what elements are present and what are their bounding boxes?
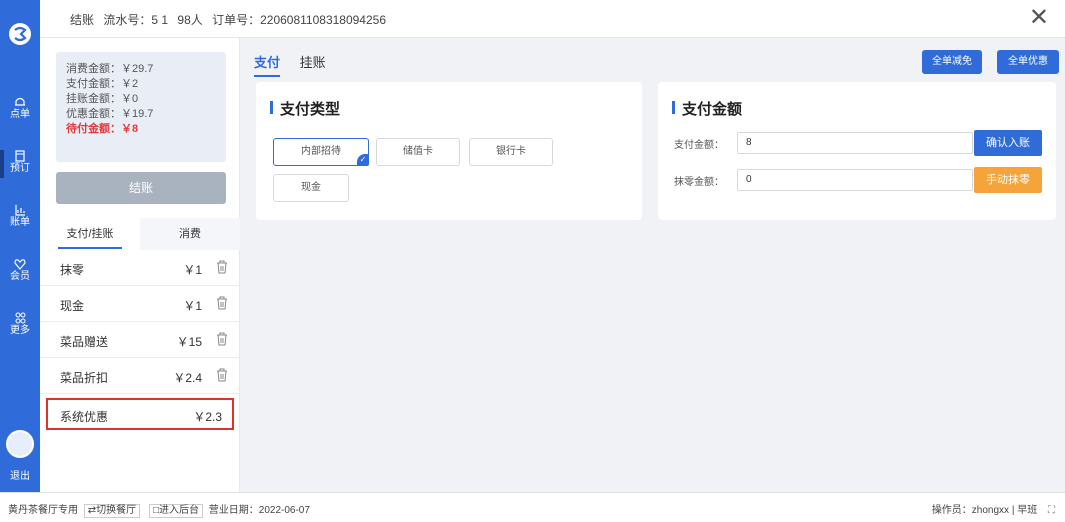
checkout-label: 结账	[70, 13, 95, 27]
item-name: 系统优惠	[60, 410, 109, 424]
discount-amount: 优惠金额：￥19.7	[66, 108, 154, 120]
list-item: 现金 ￥1	[40, 286, 240, 322]
item-amount: ￥1	[183, 263, 202, 277]
payment-list: 抹零 ￥1 现金 ￥1 菜品赠送 ￥15 菜品折扣 ￥2.4 系统优惠 ￥2.3	[40, 250, 240, 430]
pay-option-internal[interactable]: 内部招待	[273, 138, 369, 166]
heart-icon	[14, 259, 26, 270]
item-name: 抹零	[60, 263, 85, 277]
chart-icon	[15, 205, 25, 216]
checkout-button[interactable]: 结账	[56, 172, 226, 204]
sidebar-item-label: 点单	[10, 109, 30, 120]
item-name: 菜品折扣	[60, 371, 109, 385]
logout-button[interactable]: 退出	[0, 467, 40, 482]
tab-payment[interactable]: 支付/挂账	[40, 218, 140, 250]
bill-panel: 消费金额：￥29.7 支付金额：￥2 挂账金额：￥0 优惠金额：￥19.7 待付…	[40, 38, 240, 492]
sidebar-item-label: 更多	[10, 325, 30, 336]
item-amount: ￥1	[183, 299, 202, 313]
trash-icon[interactable]	[216, 260, 228, 274]
serial-number: 流水号：5 1	[103, 13, 169, 27]
pay-amount-title: 支付金额	[672, 98, 742, 119]
sidebar-item-more[interactable]: 更多	[0, 312, 40, 337]
round-amount-input[interactable]: 0	[737, 169, 973, 191]
item-name: 现金	[60, 299, 85, 313]
due-amount: 待付金额：￥8	[66, 123, 139, 135]
pay-option-bank-card[interactable]: 银行卡	[469, 138, 553, 166]
grid-icon	[15, 312, 26, 324]
sidebar-item-label: 预订	[10, 163, 30, 174]
confirm-button[interactable]: 确认入账	[974, 130, 1042, 156]
close-icon[interactable]: ✕	[1029, 6, 1049, 30]
discount-all-button[interactable]: 全单优惠	[997, 50, 1059, 74]
round-amount-label: 抹零金额：	[674, 177, 724, 188]
status-right: 操作员：zhongxx | 早班 ⛶	[932, 501, 1055, 516]
list-item: 抹零 ￥1	[40, 250, 240, 286]
reduce-all-button[interactable]: 全单减免	[922, 50, 982, 74]
app-window: 点单 预订 账单 会员 更多 退出 结账 流水号：5 1 98人 订单号：220…	[0, 0, 1065, 522]
pay-type-title: 支付类型	[270, 98, 340, 119]
amount-summary: 消费金额：￥29.7 支付金额：￥2 挂账金额：￥0 优惠金额：￥19.7 待付…	[56, 52, 226, 162]
business-date: 营业日期：2022-06-07	[208, 505, 310, 516]
tab-consumption[interactable]: 消费	[140, 218, 240, 250]
order-info: 结账 流水号：5 1 98人 订单号：2206081108318094256	[70, 11, 392, 28]
header-bar: 结账 流水号：5 1 98人 订单号：2206081108318094256 ✕	[40, 0, 1065, 38]
sidebar-item-bill[interactable]: 账单	[0, 204, 40, 229]
tab-pay[interactable]: 支付	[254, 52, 281, 77]
pay-tabs: 支付 挂账	[254, 52, 342, 77]
item-name: 菜品赠送	[60, 335, 109, 349]
list-item: 菜品折扣 ￥2.4	[40, 358, 240, 394]
item-amount: ￥2.4	[173, 371, 202, 385]
sidebar-item-reserve[interactable]: 预订	[0, 150, 40, 175]
fullscreen-icon[interactable]: ⛶	[1048, 505, 1055, 516]
pay-type-card: 支付类型 内部招待 储值卡 银行卡 现金	[256, 82, 642, 220]
consume-amount: 消费金额：￥29.7	[66, 63, 154, 75]
guest-count: 98人	[177, 13, 203, 27]
store-name: 黄丹茶餐厅专用	[8, 505, 78, 516]
pay-option-stored-card[interactable]: 储值卡	[376, 138, 460, 166]
trash-icon[interactable]	[216, 332, 228, 346]
bill-tabs: 支付/挂账 消费	[40, 218, 240, 250]
trash-icon[interactable]	[216, 296, 228, 310]
switch-store-button[interactable]: ⇄切换餐厅	[83, 504, 141, 518]
item-amount: ￥2.3	[193, 410, 222, 424]
sidebar-item-order[interactable]: 点单	[0, 96, 40, 121]
pay-amount-label: 支付金额：	[674, 140, 724, 151]
switch-store-label: 切换餐厅	[96, 505, 137, 516]
operator-info: 操作员：zhongxx | 早班	[931, 505, 1038, 516]
paid-amount: 支付金额：￥2	[66, 78, 139, 90]
sidebar-item-label: 会员	[10, 271, 30, 282]
pay-option-cash[interactable]: 现金	[273, 174, 349, 202]
pay-amount-input[interactable]: 8	[737, 132, 973, 154]
status-bar: 黄丹茶餐厅专用 ⇄切换餐厅 □进入后台 营业日期：2022-06-07 操作员：…	[0, 492, 1065, 522]
order-number: 订单号：2206081108318094256	[212, 13, 387, 27]
status-left: 黄丹茶餐厅专用 ⇄切换餐厅 □进入后台 营业日期：2022-06-07	[8, 501, 310, 518]
item-amount: ￥15	[176, 335, 202, 349]
sidebar-item-member[interactable]: 会员	[0, 258, 40, 283]
list-item-system-discount: 系统优惠 ￥2.3	[46, 398, 234, 430]
credit-amount: 挂账金额：￥0	[66, 93, 139, 105]
main-content: 支付 挂账 全单减免 全单优惠 支付类型 内部招待 储值卡 银行卡 现金 支付金…	[240, 38, 1065, 492]
backend-label: 进入后台	[159, 505, 199, 516]
avatar[interactable]	[6, 430, 34, 458]
manual-round-button[interactable]: 手动抹零	[974, 167, 1042, 193]
trash-icon[interactable]	[216, 368, 228, 382]
app-logo-icon	[9, 23, 31, 45]
bell-icon	[15, 97, 25, 106]
tab-credit[interactable]: 挂账	[300, 52, 326, 75]
sidebar-rail: 点单 预订 账单 会员 更多 退出	[0, 0, 40, 492]
pay-amount-card: 支付金额 支付金额： 8 确认入账 抹零金额： 0 手动抹零	[658, 82, 1056, 220]
backend-button[interactable]: □进入后台	[148, 504, 203, 518]
calendar-icon	[15, 150, 25, 162]
list-item: 菜品赠送 ￥15	[40, 322, 240, 358]
sidebar-item-label: 账单	[10, 217, 30, 228]
